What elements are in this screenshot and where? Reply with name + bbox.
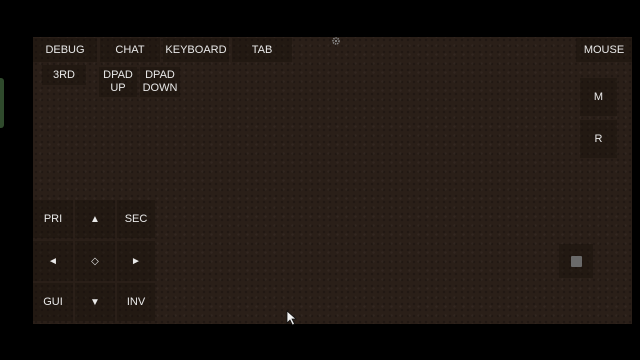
joystick-knob[interactable] (570, 255, 582, 267)
debug-button[interactable]: DEBUG (33, 38, 97, 62)
dpad-left-arrow[interactable]: ◄ (33, 241, 73, 281)
mouse-button[interactable]: MOUSE (576, 38, 632, 62)
keyboard-button[interactable]: KEYBOARD (163, 38, 229, 62)
dpad-down-button[interactable]: DPAD DOWN (140, 67, 180, 97)
r-button[interactable]: R (580, 120, 617, 158)
inventory-button[interactable]: INV (117, 283, 155, 321)
side-handle[interactable] (0, 78, 4, 128)
dpad-center[interactable]: ◇ (75, 241, 115, 281)
chat-button[interactable]: CHAT (100, 38, 160, 62)
dpad-up-arrow[interactable]: ▲ (75, 200, 115, 238)
secondary-button[interactable]: SEC (117, 200, 155, 238)
dpad-up-button[interactable]: DPAD UP (99, 67, 137, 97)
m-button[interactable]: M (580, 78, 617, 116)
dpad-down-arrow[interactable]: ▼ (75, 283, 115, 321)
primary-button[interactable]: PRI (33, 200, 73, 238)
dpad-right-arrow[interactable]: ► (117, 241, 155, 281)
gui-button[interactable]: GUI (33, 283, 73, 321)
gear-icon[interactable] (331, 36, 341, 46)
third-person-button[interactable]: 3RD (42, 65, 86, 85)
joystick-icon[interactable] (559, 244, 593, 278)
mouse-pointer-icon (286, 310, 298, 326)
tab-button[interactable]: TAB (232, 38, 292, 62)
